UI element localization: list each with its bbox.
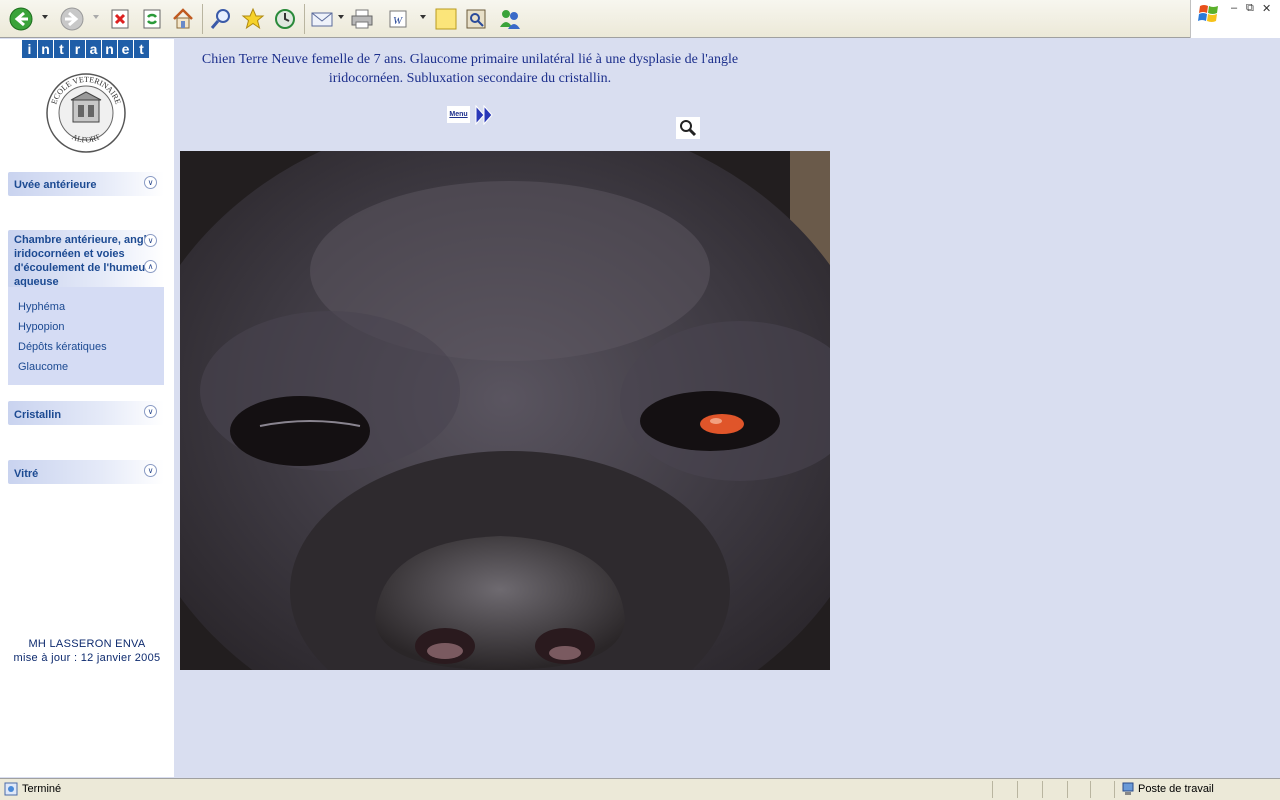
computer-zone-icon xyxy=(1122,782,1134,795)
zone-text: Poste de travail xyxy=(1138,783,1214,795)
stop-icon[interactable] xyxy=(107,6,133,32)
chevron-down-icon[interactable]: ∨ xyxy=(144,464,157,477)
chevron-down-icon[interactable]: ∨ xyxy=(144,405,157,418)
nav-section-label: Vitré xyxy=(14,468,39,480)
back-dropdown-icon[interactable] xyxy=(42,15,48,19)
submenu-item-hypopion[interactable]: Hypopion xyxy=(18,321,64,333)
home-icon[interactable] xyxy=(170,6,196,32)
edit-dropdown-icon[interactable] xyxy=(420,15,426,19)
edit-icon[interactable]: W xyxy=(386,6,412,32)
intranet-banner[interactable]: i n t r a n e t xyxy=(22,40,149,58)
nav-section-cristallin[interactable]: Cristallin ∨ xyxy=(8,401,164,425)
search-icon[interactable] xyxy=(208,6,234,32)
submenu-item-depots-keratiques[interactable]: Dépôts kératiques xyxy=(18,341,107,353)
discuss-icon[interactable] xyxy=(433,6,459,32)
page-credits: MH LASSERON ENVA mise à jour : 12 janvie… xyxy=(0,637,174,665)
history-icon[interactable] xyxy=(272,6,298,32)
print-icon[interactable] xyxy=(349,6,375,32)
nav-section-vitre[interactable]: Vitré ∨ xyxy=(8,460,164,484)
favorites-icon[interactable] xyxy=(240,6,266,32)
research-icon[interactable] xyxy=(463,6,489,32)
mail-dropdown-icon[interactable] xyxy=(338,15,344,19)
submenu-item-hyphema[interactable]: Hyphéma xyxy=(18,301,65,313)
status-text: Terminé xyxy=(22,783,62,795)
forward-icon[interactable] xyxy=(59,6,85,32)
messenger-icon[interactable] xyxy=(497,6,523,32)
left-navigation-frame: i n t r a n e t ECOLE VETERINAIRE ALFORT… xyxy=(0,39,174,777)
nav-section-label: Chambre antérieure, angle iridocornéen e… xyxy=(14,234,153,288)
clinical-photo-dog-face[interactable] xyxy=(180,151,830,670)
credit-update-date: mise à jour : 12 janvier 2005 xyxy=(13,652,161,664)
minimize-icon[interactable]: – xyxy=(1231,2,1237,14)
main-content-frame: Chien Terre Neuve femelle de 7 ans. Glau… xyxy=(174,39,1280,777)
forward-dropdown-icon[interactable] xyxy=(93,15,99,19)
nav-section-uvee-anterieure[interactable]: Uvée antérieure ∨ xyxy=(8,172,164,196)
windows-logo-area: – ⧉ ✕ xyxy=(1190,0,1280,38)
windows-flag-icon xyxy=(1198,5,1218,22)
image-caption: Chien Terre Neuve femelle de 7 ans. Glau… xyxy=(201,52,739,86)
nav-section-label: Uvée antérieure xyxy=(14,179,97,191)
chevron-down-icon[interactable]: ∨ xyxy=(144,176,157,189)
page-done-icon xyxy=(4,782,18,796)
nav-submenu: Hyphéma Hypopion Dépôts kératiques Glauc… xyxy=(8,287,164,385)
restore-icon[interactable]: ⧉ xyxy=(1246,2,1254,15)
back-icon[interactable] xyxy=(8,6,34,32)
refresh-icon[interactable] xyxy=(139,6,165,32)
status-bar: Terminé Poste de travail xyxy=(0,778,1280,800)
chevron-down-icon[interactable]: ∨ xyxy=(144,234,157,247)
menu-button[interactable]: Menu xyxy=(447,106,470,123)
nav-section-label: Cristallin xyxy=(14,409,62,421)
mail-icon[interactable] xyxy=(310,6,336,32)
chevron-up-icon[interactable]: ∧ xyxy=(144,260,157,273)
next-arrow-icon[interactable] xyxy=(474,104,494,126)
browser-toolbar: W – ⧉ ✕ xyxy=(0,0,1280,38)
submenu-item-glaucome[interactable]: Glaucome xyxy=(18,361,68,373)
zoom-magnifier-icon[interactable] xyxy=(676,117,700,139)
close-icon[interactable]: ✕ xyxy=(1262,2,1271,15)
svg-text:W: W xyxy=(393,15,403,27)
nav-section-chambre-anterieure[interactable]: Chambre antérieure, angle iridocornéen e… xyxy=(8,230,164,288)
credit-author: MH LASSERON ENVA xyxy=(28,638,146,650)
school-seal-logo: ECOLE VETERINAIRE ALFORT xyxy=(46,73,126,153)
